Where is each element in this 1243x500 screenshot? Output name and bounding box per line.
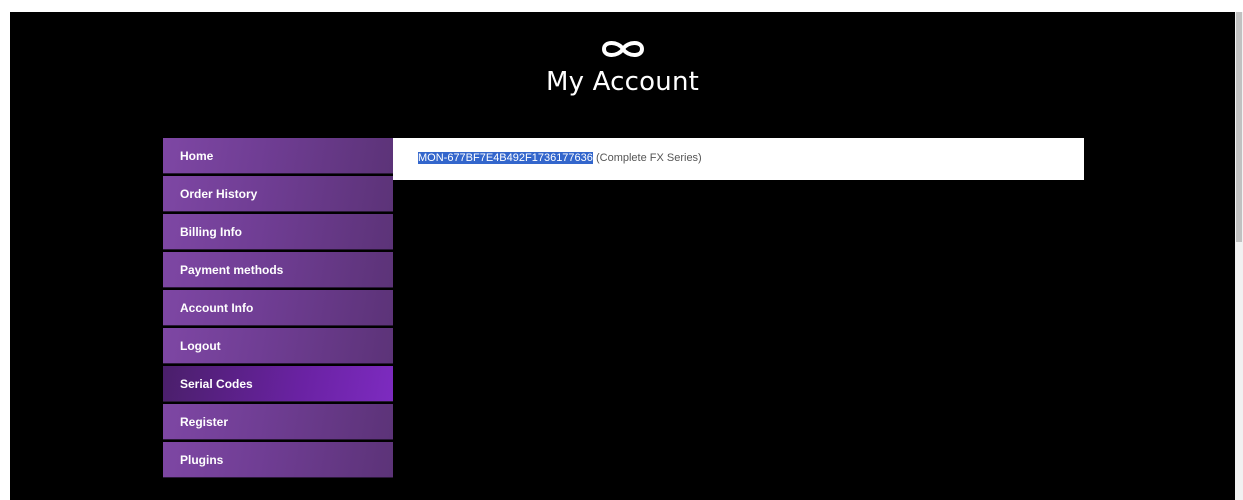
sidebar-item-serial-codes[interactable]: Serial Codes — [163, 366, 393, 402]
sidebar-item-register[interactable]: Register — [163, 404, 393, 440]
sidebar-item-plugins[interactable]: Plugins — [163, 442, 393, 478]
scrollbar-thumb[interactable] — [1236, 12, 1242, 242]
serial-code-value[interactable]: MON-677BF7E4B492F1736177636 — [418, 152, 593, 164]
sidebar-item-account-info[interactable]: Account Info — [163, 290, 393, 326]
serial-code-product: (Complete FX Series) — [595, 152, 702, 164]
page-title: My Account — [545, 67, 700, 97]
sidebar-item-payment-methods[interactable]: Payment methods — [163, 252, 393, 288]
sidebar-nav: Home Order History Billing Info Payment … — [163, 138, 393, 480]
header: My Account — [10, 38, 1235, 97]
serial-codes-panel: MON-677BF7E4B492F1736177636 (Complete FX… — [393, 138, 1084, 180]
sidebar-item-order-history[interactable]: Order History — [163, 176, 393, 212]
page: My Account Home Order History Billing In… — [10, 12, 1235, 500]
sidebar-item-billing-info[interactable]: Billing Info — [163, 214, 393, 250]
sidebar-item-home[interactable]: Home — [163, 138, 393, 174]
sidebar-item-logout[interactable]: Logout — [163, 328, 393, 364]
serial-code-row: MON-677BF7E4B492F1736177636 (Complete FX… — [418, 152, 702, 164]
infinity-icon — [601, 41, 644, 57]
scrollbar[interactable] — [1235, 12, 1243, 500]
